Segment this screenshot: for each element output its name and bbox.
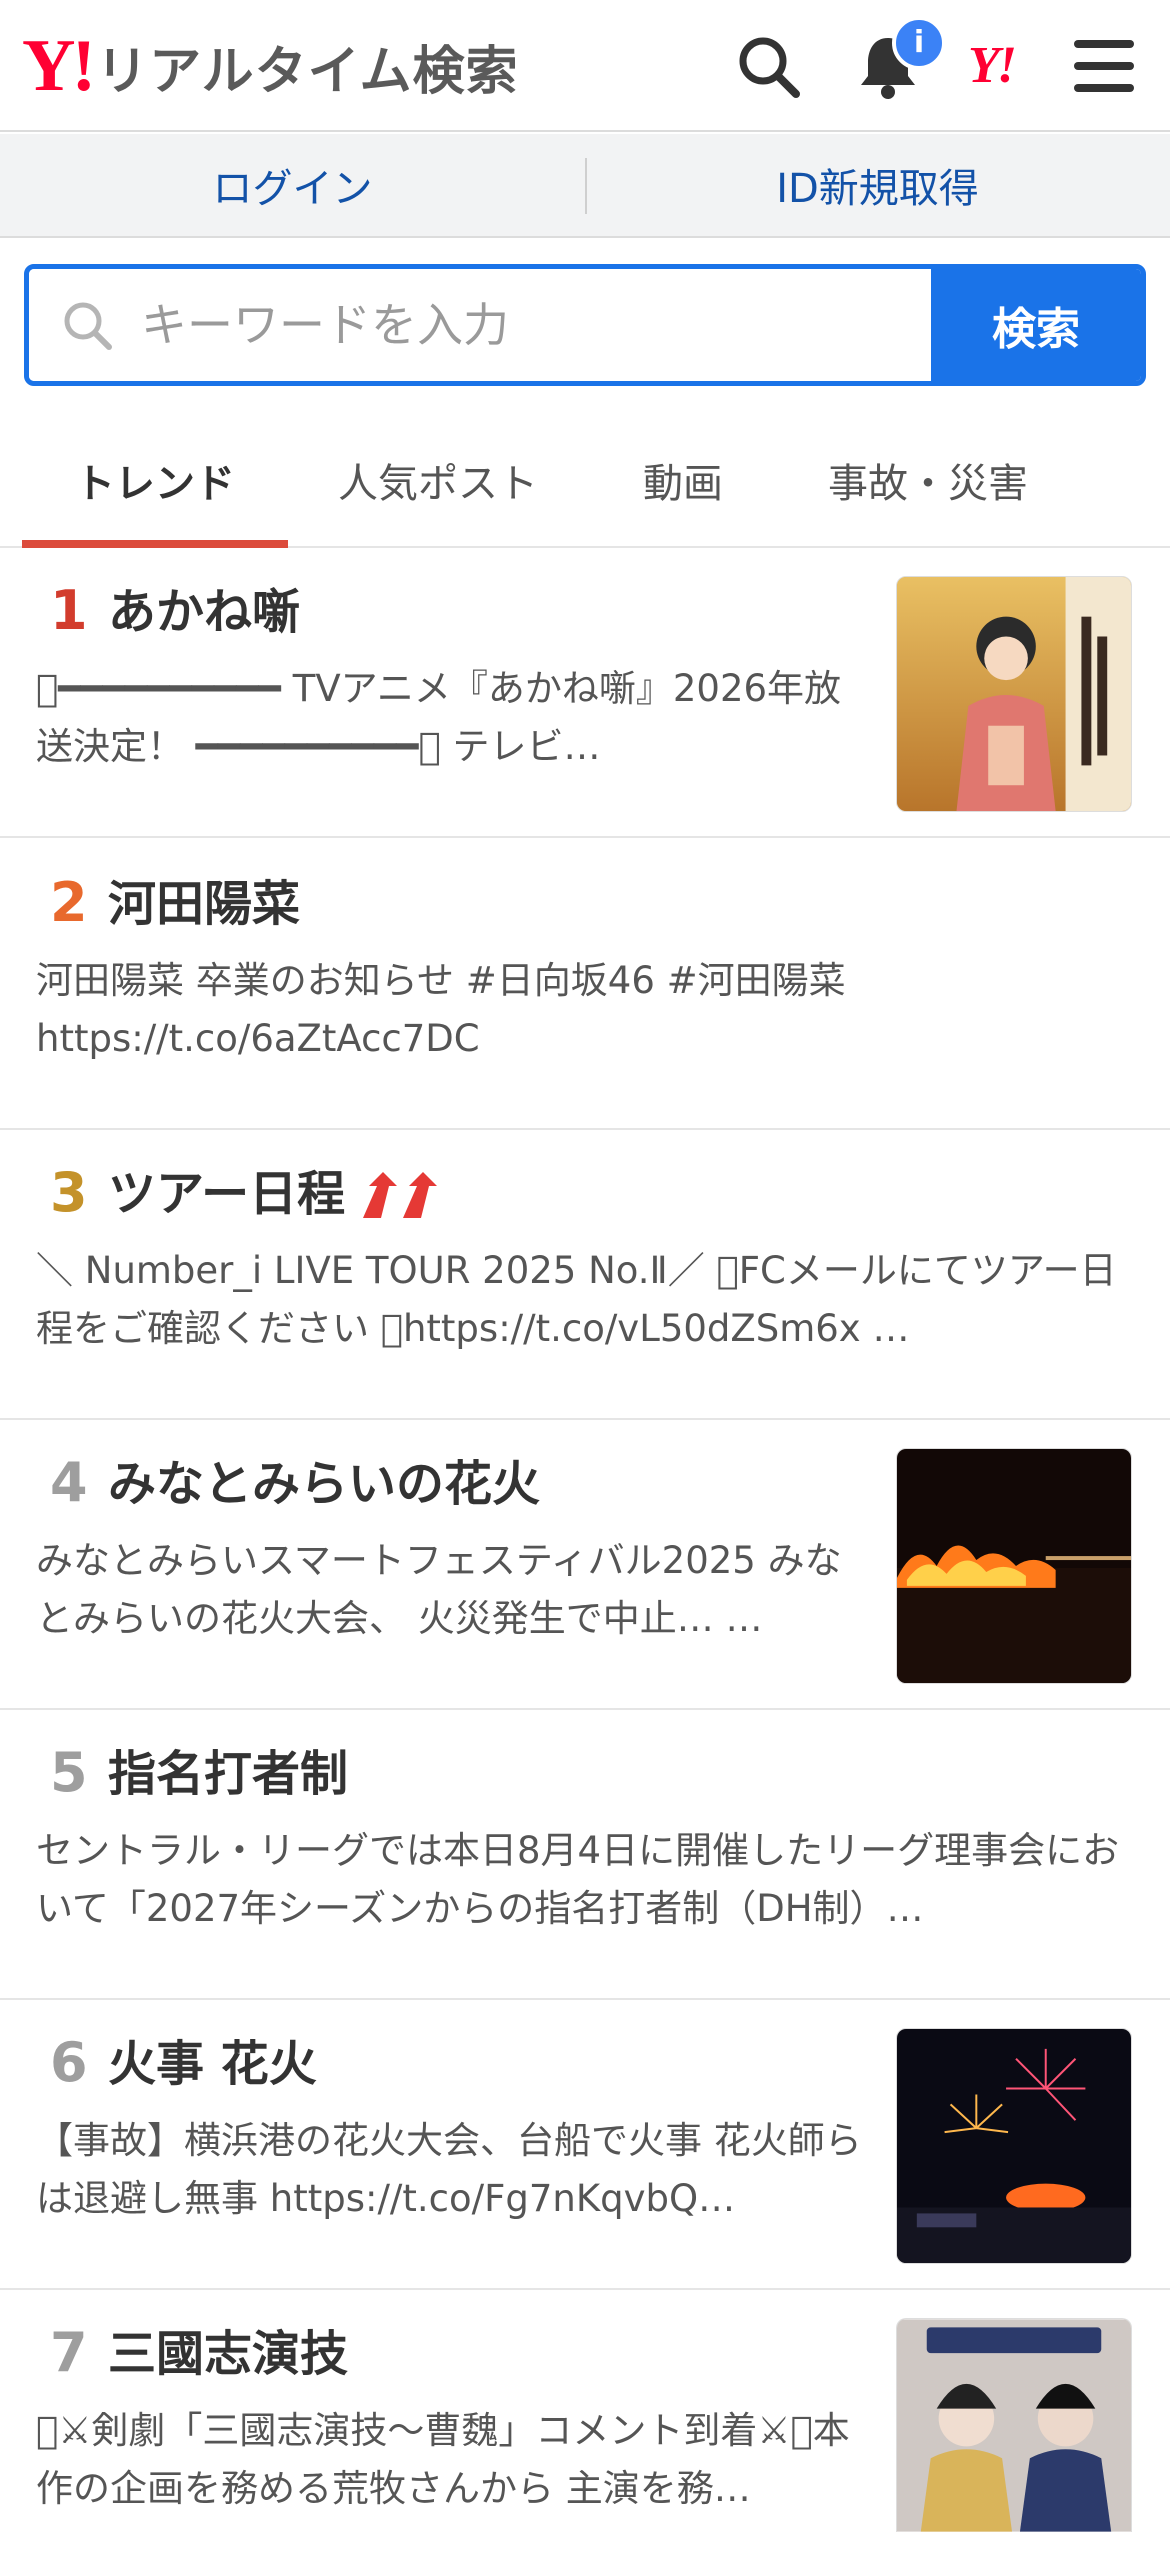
- search-button[interactable]: 検索: [931, 269, 1141, 381]
- trend-title-wrap: ツアー日程: [108, 1162, 443, 1226]
- trend-title: あかね噺: [108, 584, 301, 640]
- search-bar: 検索: [24, 264, 1146, 386]
- trend-snippet: セントラル・リーグでは本日8月4日に開催したリーグ理事会において「2027年シー…: [36, 1829, 1120, 1930]
- tab-bar: トレンド 人気ポスト 動画 事故・災害: [0, 412, 1170, 548]
- trend-thumbnail[interactable]: [896, 576, 1132, 812]
- trend-item[interactable]: 1 あかね噺 􀀀━━━━━━━━━━ TVアニメ『あかね噺』2026年放送決定！…: [0, 548, 1170, 838]
- trend-rank: 6: [50, 2031, 88, 2094]
- trend-title: 指名打者制: [108, 1746, 349, 1802]
- trend-title: 火事 花火: [108, 2036, 317, 2092]
- active-tab-indicator: [22, 540, 288, 548]
- logo-title: リアルタイム検索: [96, 41, 519, 102]
- login-bar: ログイン ID新規取得: [0, 134, 1170, 238]
- yahoo-logo-mark: Y!: [22, 25, 96, 107]
- trend-rank: 7: [50, 2321, 88, 2384]
- trend-rank: 2: [50, 871, 88, 934]
- trend-thumbnail[interactable]: [896, 2028, 1132, 2264]
- trend-thumbnail[interactable]: [896, 2318, 1132, 2532]
- trend-rank: 1: [50, 579, 88, 642]
- trend-thumbnail[interactable]: [896, 1448, 1132, 1684]
- trend-snippet: 河田陽菜 卒業のお知らせ #日向坂46 #河田陽菜 https://t.co/6…: [36, 959, 846, 1060]
- app-header: Y! リアルタイム検索 i Y!: [0, 0, 1170, 132]
- search-icon[interactable]: [732, 30, 804, 102]
- notification-badge: i: [892, 16, 946, 70]
- trend-rank: 5: [50, 1741, 88, 1804]
- trend-item[interactable]: 5 指名打者制 セントラル・リーグでは本日8月4日に開催したリーグ理事会において…: [0, 1710, 1170, 2000]
- tab-video[interactable]: 動画: [608, 412, 758, 548]
- trend-item[interactable]: 4 みなとみらいの花火 みなとみらいスマートフェスティバル2025 みなとみらい…: [0, 1420, 1170, 1710]
- trend-title: 河田陽菜: [108, 876, 301, 932]
- tab-popular-posts[interactable]: 人気ポスト: [318, 412, 558, 548]
- hamburger-menu-icon[interactable]: [1068, 30, 1140, 102]
- search-field-wrap: [29, 269, 941, 381]
- search-input[interactable]: [141, 269, 941, 381]
- trend-snippet: 􀀀⚔剣劇「三國志演技〜曹魏」コメント到着⚔􀀀本作の企画を務める荒牧さんから 主演…: [36, 2409, 850, 2510]
- tab-accidents-disasters[interactable]: 事故・災害: [800, 412, 1056, 548]
- tab-trend[interactable]: トレンド: [22, 412, 288, 548]
- yahoo-logo[interactable]: Y! リアルタイム検索: [22, 25, 519, 107]
- trend-title: 三國志演技: [108, 2326, 349, 2382]
- trend-snippet: みなとみらいスマートフェスティバル2025 みなとみらいの花火大会、 火災発生で…: [36, 1539, 842, 1640]
- trend-title: みなとみらいの花火: [108, 1456, 541, 1512]
- trend-item[interactable]: 6 火事 花火 【事故】横浜港の花火大会、台船で火事 花火師らは退避し無事 ht…: [0, 2000, 1170, 2290]
- trend-snippet: ＼ Number_i LIVE TOUR 2025 No.Ⅱ／ 􀀀FCメールにて…: [36, 1249, 1117, 1350]
- rising-arrows-icon: [363, 1172, 438, 1218]
- trend-item[interactable]: 3 ツアー日程 ＼ Number_i LIVE TOUR 2025 No.Ⅱ／ …: [0, 1130, 1170, 1420]
- trend-item[interactable]: 2 河田陽菜 河田陽菜 卒業のお知らせ #日向坂46 #河田陽菜 https:/…: [0, 840, 1170, 1130]
- yahoo-mini-logo[interactable]: Y!: [968, 34, 1017, 98]
- trend-item[interactable]: 7 三國志演技 􀀀⚔剣劇「三國志演技〜曹魏」コメント到着⚔􀀀本作の企画を務める荒…: [0, 2290, 1170, 2550]
- trend-snippet: 【事故】横浜港の花火大会、台船で火事 花火師らは退避し無事 https://t.…: [36, 2119, 862, 2220]
- trend-rank: 3: [50, 1161, 88, 1224]
- trend-title: ツアー日程: [108, 1166, 346, 1222]
- register-link[interactable]: ID新規取得: [585, 134, 1170, 236]
- login-link[interactable]: ログイン: [0, 134, 585, 236]
- search-field-icon: [64, 302, 112, 350]
- trend-snippet: 􀀀━━━━━━━━━━ TVアニメ『あかね噺』2026年放送決定！ ━━━━━━…: [36, 667, 842, 768]
- login-divider: [585, 158, 587, 214]
- trend-rank: 4: [50, 1451, 88, 1514]
